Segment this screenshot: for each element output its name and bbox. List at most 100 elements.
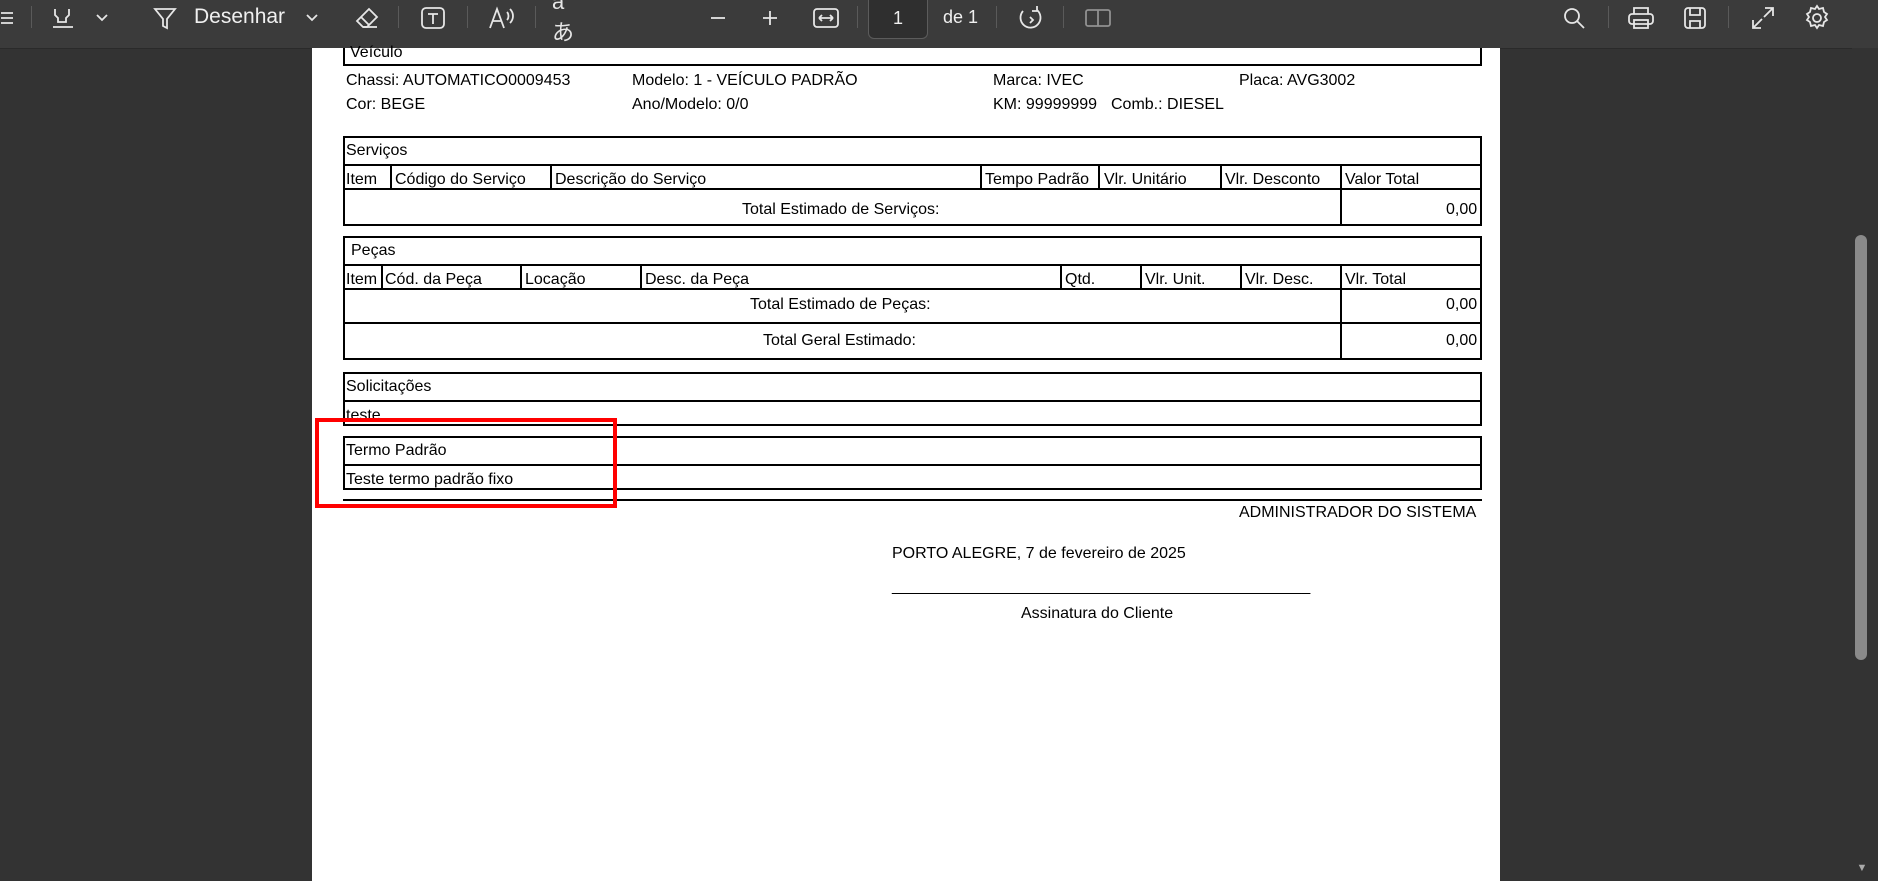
servicos-col-vlr-desconto: Vlr. Desconto — [1225, 171, 1321, 188]
pecas-col-vlr-desc: Vlr. Desc. — [1245, 271, 1314, 288]
zoom-in-icon[interactable] — [757, 0, 783, 36]
servicos-col-valor-total: Valor Total — [1345, 171, 1420, 188]
text-box-icon[interactable] — [418, 0, 448, 36]
total-geral-value: 0,00 — [1446, 332, 1478, 349]
pecas-title: Peças — [351, 242, 396, 259]
pecas-col-cod: Cód. da Peça — [385, 271, 482, 288]
servicos-col-vlr-unitario: Vlr. Unitário — [1104, 171, 1187, 188]
table-border — [343, 236, 345, 360]
table-border — [1340, 164, 1342, 226]
fit-width-icon[interactable] — [810, 0, 842, 36]
table-border — [1480, 236, 1482, 360]
translate-icon[interactable]: aあ — [552, 0, 586, 45]
table-border — [1060, 264, 1062, 290]
servicos-title: Serviços — [346, 142, 408, 159]
fullscreen-icon[interactable] — [1747, 0, 1779, 36]
servicos-col-codigo: Código do Serviço — [395, 171, 526, 188]
admin-name: ADMINISTRADOR DO SISTEMA — [1239, 504, 1477, 521]
placa-text: Placa: AVG3002 — [1239, 72, 1356, 89]
two-page-view-icon[interactable] — [1082, 0, 1114, 36]
servicos-col-descricao: Descrição do Serviço — [555, 171, 707, 188]
table-border — [343, 48, 345, 66]
pecas-total-label: Total Estimado de Peças: — [750, 296, 931, 313]
servicos-col-item: Item — [346, 171, 378, 188]
veiculo-bottom-border — [343, 64, 1482, 66]
chevron-down-icon[interactable] — [302, 0, 322, 36]
highlight-rectangle — [315, 418, 617, 508]
total-geral-label: Total Geral Estimado: — [763, 332, 916, 349]
toolbar-separator — [1728, 6, 1729, 28]
table-border — [1098, 164, 1100, 190]
gear-icon[interactable] — [1801, 0, 1833, 36]
table-border — [1480, 136, 1482, 226]
page-number-input[interactable]: 1 — [868, 0, 928, 39]
menu-icon[interactable] — [0, 0, 14, 36]
cor-text: Cor: BEGE — [346, 96, 426, 113]
toolbar-separator — [1608, 6, 1609, 28]
table-border — [1480, 436, 1482, 490]
table-border — [1340, 264, 1342, 360]
highlight-icon[interactable] — [48, 0, 78, 36]
table-border — [390, 164, 392, 190]
servicos-col-tempo: Tempo Padrão — [985, 171, 1090, 188]
place-date: PORTO ALEGRE, 7 de fevereiro de 2025 — [892, 545, 1186, 562]
table-border — [381, 264, 383, 290]
read-aloud-icon[interactable] — [486, 0, 518, 36]
servicos-total-value: 0,00 — [1446, 201, 1478, 218]
table-border — [343, 400, 1482, 402]
table-border — [1140, 264, 1142, 290]
save-icon[interactable] — [1679, 0, 1711, 36]
toolbar-separator — [535, 6, 536, 28]
table-border — [343, 224, 1482, 226]
table-border — [343, 264, 1482, 266]
table-border — [520, 264, 522, 290]
signature-line: ________________________________________… — [892, 578, 1311, 595]
chevron-down-icon[interactable] — [92, 0, 112, 36]
table-border — [343, 136, 1482, 138]
page-total-label: de 1 — [943, 7, 979, 27]
servicos-total-label: Total Estimado de Serviços: — [742, 201, 940, 218]
eraser-icon[interactable] — [352, 0, 382, 36]
pecas-col-qtd: Qtd. — [1065, 271, 1096, 288]
toolbar-separator — [398, 6, 399, 28]
solicitacoes-title: Solicitações — [346, 378, 432, 395]
pecas-col-desc: Desc. da Peça — [645, 271, 750, 288]
toolbar-separator — [996, 6, 997, 28]
table-border — [343, 358, 1482, 360]
table-border — [1220, 164, 1222, 190]
table-border — [343, 372, 1482, 374]
table-border — [1240, 264, 1242, 290]
table-border — [343, 136, 345, 226]
toolbar-separator — [1063, 6, 1064, 28]
marca-text: Marca: IVEC — [993, 72, 1084, 89]
draw-icon[interactable] — [150, 0, 180, 36]
pdf-toolbar: Desenhar aあ 1 de 1 — [0, 0, 1878, 49]
zoom-out-icon[interactable] — [705, 0, 731, 36]
pecas-col-vlr-total: Vlr. Total — [1345, 271, 1407, 288]
toolbar-separator — [857, 6, 858, 28]
table-border — [343, 164, 1482, 166]
print-icon[interactable] — [1625, 0, 1657, 36]
pecas-col-item: Item — [346, 271, 378, 288]
draw-label[interactable]: Desenhar — [194, 5, 285, 29]
pecas-col-locacao: Locação — [525, 271, 586, 288]
signature-label: Assinatura do Cliente — [1021, 605, 1174, 622]
veiculo-title: Veículo — [350, 44, 403, 61]
table-border — [640, 264, 642, 290]
toolbar-separator — [467, 6, 468, 28]
pecas-total-value: 0,00 — [1446, 296, 1478, 313]
toolbar-separator — [31, 6, 32, 28]
table-border — [1480, 48, 1482, 66]
scroll-down-icon[interactable]: ▼ — [1854, 862, 1870, 876]
table-border — [1480, 372, 1482, 426]
table-border — [550, 164, 552, 190]
scrollbar-thumb[interactable] — [1855, 235, 1867, 660]
search-icon[interactable] — [1558, 0, 1590, 36]
modelo-text: Modelo: 1 - VEÍCULO PADRÃO — [632, 72, 858, 89]
rotate-icon[interactable] — [1015, 0, 1047, 36]
pecas-col-vlr-unit: Vlr. Unit. — [1145, 271, 1206, 288]
table-border — [980, 164, 982, 190]
chassi-text: Chassi: AUTOMATICO0009453 — [346, 72, 571, 89]
table-border — [343, 236, 1482, 238]
km-text: KM: 99999999 — [993, 96, 1098, 113]
